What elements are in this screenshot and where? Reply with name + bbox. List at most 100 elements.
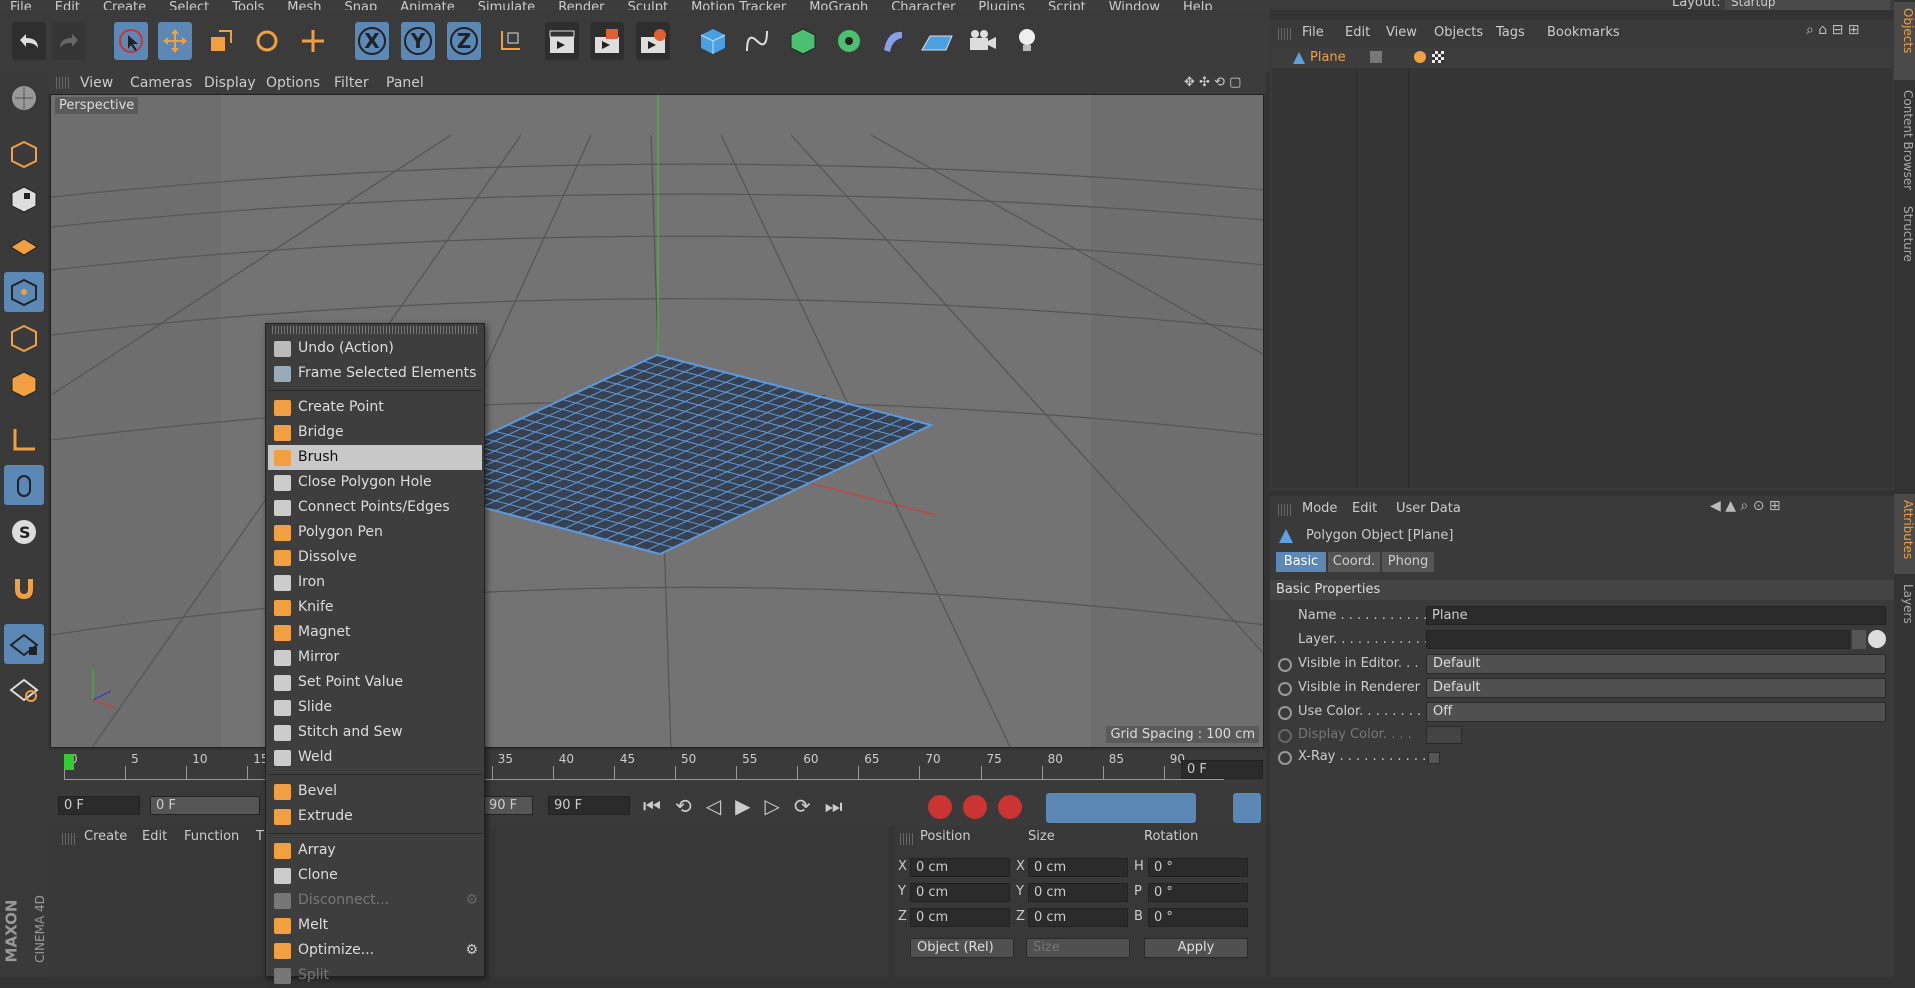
menu-mograph[interactable]: MoGraph bbox=[809, 1, 868, 10]
position-field[interactable]: 0 cm bbox=[910, 908, 1010, 927]
make-editable-button[interactable] bbox=[4, 78, 44, 118]
material-tag-icon[interactable] bbox=[1432, 51, 1444, 63]
end-frame-field[interactable]: 90 F bbox=[548, 796, 630, 815]
timeline-window-button[interactable] bbox=[1233, 793, 1261, 823]
mograph-cloner-button[interactable] bbox=[832, 22, 866, 60]
current-frame-field[interactable]: 0 F bbox=[1181, 760, 1263, 779]
object-manager-nav-icons[interactable]: ⌕ ⌂ ⊟ ⊞ bbox=[1806, 22, 1860, 38]
camera-button[interactable] bbox=[966, 22, 1000, 60]
z-axis-lock-button[interactable]: Z bbox=[447, 22, 481, 60]
viewport-perspective[interactable]: Perspective Grid Spacing : 100 cm bbox=[50, 94, 1264, 748]
viewport-menu-panel[interactable]: Panel bbox=[386, 75, 424, 91]
context-item-bridge[interactable]: Bridge bbox=[268, 420, 482, 445]
viewport-nav-icons[interactable]: ✥ ✣ ⟲ ▢ bbox=[1184, 75, 1241, 90]
layer-arrow-button[interactable] bbox=[1852, 630, 1866, 649]
edges-mode-button[interactable] bbox=[4, 318, 44, 358]
context-menu-grip[interactable] bbox=[272, 326, 478, 334]
coord-mode-dropdown[interactable]: Object (Rel) bbox=[910, 938, 1014, 958]
context-item-undo-action[interactable]: Undo (Action) bbox=[268, 336, 482, 361]
menu-window[interactable]: Window bbox=[1109, 1, 1160, 10]
menu-snap[interactable]: Snap bbox=[345, 1, 378, 10]
playback-buttons[interactable]: ⏮⟲◁▶▷⟳⏭ bbox=[643, 794, 857, 818]
menu-animate[interactable]: Animate bbox=[400, 1, 454, 10]
context-item-magnet[interactable]: Magnet bbox=[268, 620, 482, 645]
attr-menu-mode[interactable]: Mode bbox=[1302, 501, 1337, 516]
tab-basic[interactable]: Basic bbox=[1276, 552, 1326, 572]
cube-button[interactable] bbox=[696, 22, 730, 60]
position-field[interactable]: 0 cm bbox=[910, 883, 1010, 902]
keyframe-selection-button[interactable] bbox=[998, 795, 1022, 819]
context-item-polygon-pen[interactable]: Polygon Pen bbox=[268, 520, 482, 545]
x-axis-lock-button[interactable]: X bbox=[355, 22, 389, 60]
xray-checkbox[interactable] bbox=[1428, 752, 1440, 764]
max-frame-slider[interactable]: 90 F bbox=[483, 796, 533, 815]
settings-gear-icon[interactable]: ⚙ bbox=[465, 938, 478, 963]
tab-layers[interactable]: Layers bbox=[1894, 578, 1915, 628]
rotation-field[interactable]: 0 ° bbox=[1148, 858, 1248, 877]
tweak-mode-button[interactable] bbox=[4, 465, 44, 505]
menu-help[interactable]: Help bbox=[1183, 1, 1213, 10]
object-menu-bookmarks[interactable]: Bookmarks bbox=[1547, 25, 1620, 40]
material-menu-texture[interactable]: T bbox=[256, 829, 264, 844]
tab-attributes[interactable]: Attributes bbox=[1894, 494, 1915, 574]
object-menu-edit[interactable]: Edit bbox=[1345, 25, 1370, 40]
rotation-field[interactable]: 0 ° bbox=[1148, 883, 1248, 902]
context-item-mirror[interactable]: Mirror bbox=[268, 645, 482, 670]
viewport-menu-view[interactable]: View bbox=[80, 75, 113, 91]
rotation-field[interactable]: 0 ° bbox=[1148, 908, 1248, 927]
layout-dropdown[interactable]: Startup bbox=[1725, 0, 1890, 10]
visible-editor-dropdown[interactable]: Default bbox=[1426, 654, 1886, 674]
solo-button[interactable]: S bbox=[4, 512, 44, 552]
menu-create[interactable]: Create bbox=[103, 1, 146, 10]
size-mode-dropdown[interactable]: Size bbox=[1026, 938, 1130, 958]
layer-pick-icon[interactable] bbox=[1868, 630, 1886, 648]
move-button[interactable] bbox=[158, 22, 192, 60]
material-menu-function[interactable]: Function bbox=[184, 829, 239, 844]
context-item-create-point[interactable]: Create Point bbox=[268, 395, 482, 420]
rotate-button[interactable] bbox=[250, 22, 284, 60]
layer-field[interactable] bbox=[1426, 630, 1850, 649]
position-field[interactable]: 0 cm bbox=[910, 858, 1010, 877]
object-name[interactable]: Plane bbox=[1310, 50, 1346, 65]
visible-editor-anim-icon[interactable] bbox=[1278, 658, 1292, 672]
redo-button[interactable] bbox=[52, 22, 86, 60]
context-item-set-point-value[interactable]: Set Point Value bbox=[268, 670, 482, 695]
menu-render[interactable]: Render bbox=[558, 1, 604, 10]
min-frame-slider[interactable]: 0 F bbox=[150, 796, 260, 815]
viewport-menu-cameras[interactable]: Cameras bbox=[130, 75, 192, 91]
render-view-button[interactable] bbox=[545, 22, 579, 60]
autokey-button[interactable] bbox=[963, 795, 987, 819]
context-item-knife[interactable]: Knife bbox=[268, 595, 482, 620]
context-item-dissolve[interactable]: Dissolve bbox=[268, 545, 482, 570]
snap-button[interactable] bbox=[4, 568, 44, 608]
floor-button[interactable] bbox=[920, 22, 954, 60]
context-item-weld[interactable]: Weld bbox=[268, 745, 482, 770]
menu-simulate[interactable]: Simulate bbox=[478, 1, 535, 10]
render-settings-button[interactable] bbox=[636, 22, 670, 60]
light-button[interactable] bbox=[1010, 22, 1044, 60]
context-item-clone[interactable]: Clone bbox=[268, 863, 482, 888]
menu-motion-tracker[interactable]: Motion Tracker bbox=[691, 1, 786, 10]
visible-renderer-anim-icon[interactable] bbox=[1278, 682, 1292, 696]
menu-tools[interactable]: Tools bbox=[232, 1, 264, 10]
object-menu-tags[interactable]: Tags bbox=[1496, 25, 1525, 40]
context-item-frame-selected-elements[interactable]: Frame Selected Elements bbox=[268, 361, 482, 386]
attr-menu-edit[interactable]: Edit bbox=[1352, 501, 1377, 516]
tab-content-browser[interactable]: Content Browser bbox=[1894, 84, 1915, 194]
object-menu-file[interactable]: File bbox=[1302, 25, 1324, 40]
texture-mode-button[interactable] bbox=[4, 179, 44, 219]
model-mode-button[interactable] bbox=[4, 134, 44, 174]
menu-script[interactable]: Script bbox=[1048, 1, 1086, 10]
context-item-brush[interactable]: Brush bbox=[268, 445, 482, 470]
apply-button[interactable]: Apply bbox=[1144, 938, 1248, 958]
record-keyframe-button[interactable] bbox=[928, 795, 952, 819]
use-color-dropdown[interactable]: Off bbox=[1426, 702, 1886, 722]
viewport-menu-display[interactable]: Display bbox=[204, 75, 256, 91]
playhead[interactable] bbox=[64, 754, 74, 770]
coordinate-system-button[interactable] bbox=[493, 22, 527, 60]
workplane-mode-button[interactable] bbox=[4, 224, 44, 264]
axis-mode-button[interactable] bbox=[4, 420, 44, 460]
spline-pen-button[interactable] bbox=[740, 22, 774, 60]
polygons-mode-button[interactable] bbox=[4, 364, 44, 404]
attr-menu-userdata[interactable]: User Data bbox=[1396, 501, 1461, 516]
